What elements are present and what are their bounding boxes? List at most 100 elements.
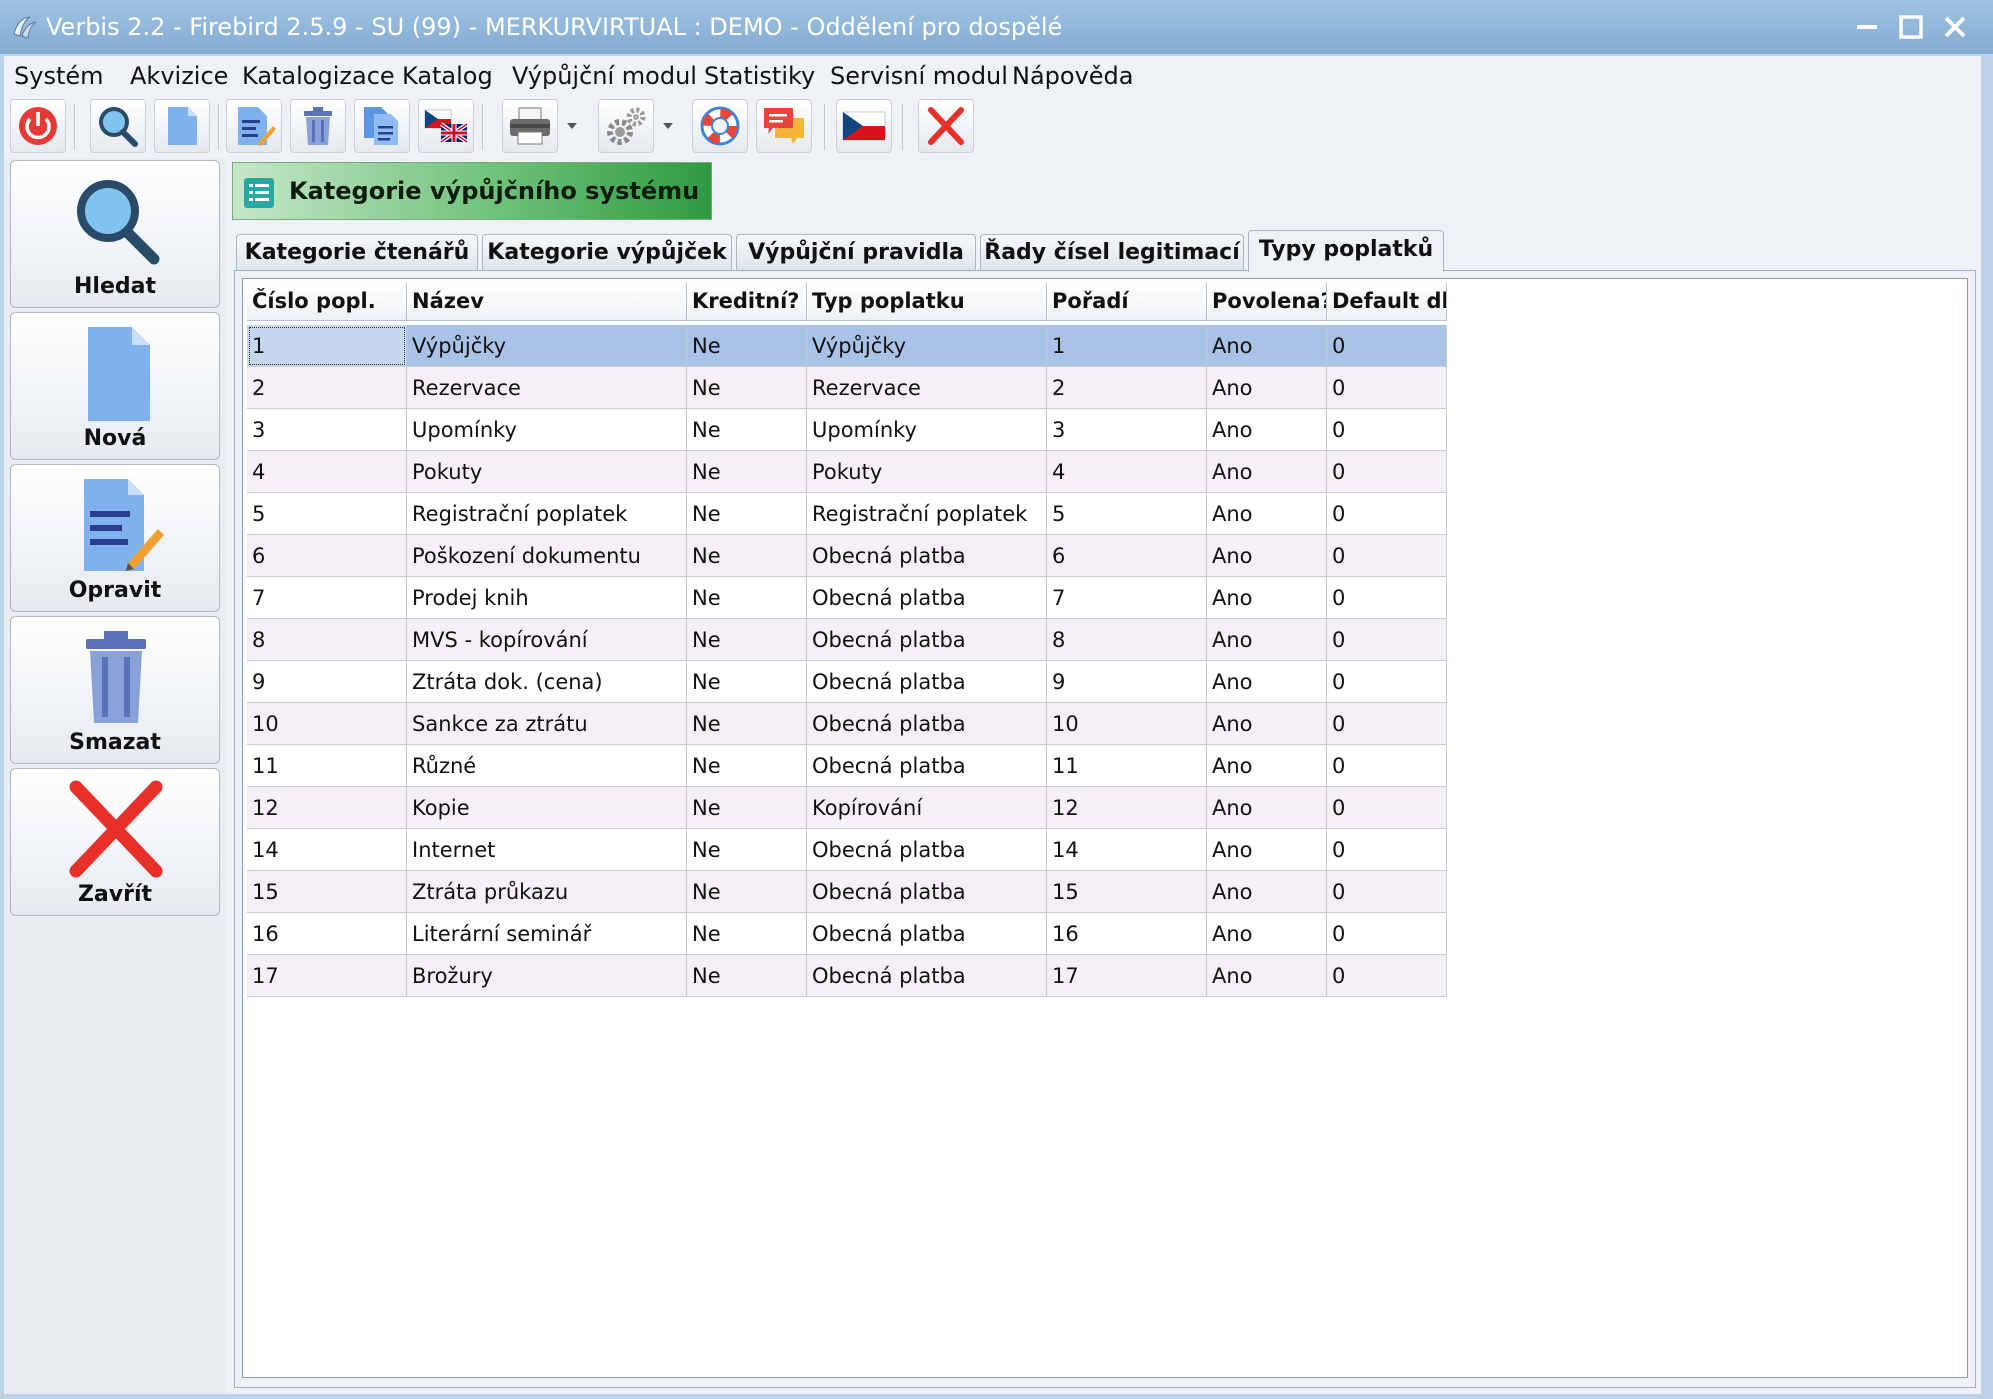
cell-credit[interactable]: Ne bbox=[687, 493, 807, 535]
cell-default[interactable]: 0 bbox=[1327, 535, 1447, 577]
toolbar-new-button[interactable] bbox=[154, 99, 210, 153]
cell-default[interactable]: 0 bbox=[1327, 661, 1447, 703]
menu-system[interactable]: Systém bbox=[14, 62, 104, 90]
menu-service[interactable]: Servisní modul bbox=[830, 62, 1008, 90]
cell-allowed[interactable]: Ano bbox=[1207, 787, 1327, 829]
menu-circulation[interactable]: Výpůjční modul bbox=[512, 62, 697, 90]
column-header-credit[interactable]: Kreditní? bbox=[687, 283, 807, 321]
menu-help[interactable]: Nápověda bbox=[1012, 62, 1134, 90]
cell-order[interactable]: 12 bbox=[1047, 787, 1207, 829]
menu-statistics[interactable]: Statistiky bbox=[704, 62, 815, 90]
tab-fee-types[interactable]: Typy poplatků bbox=[1248, 230, 1444, 272]
cell-fee-number[interactable]: 9 bbox=[247, 661, 407, 703]
cell-name[interactable]: Sankce za ztrátu bbox=[407, 703, 687, 745]
toolbar-edit-button[interactable] bbox=[226, 99, 282, 153]
toolbar-print-button[interactable] bbox=[502, 99, 558, 153]
cell-fee-type[interactable]: Obecná platba bbox=[807, 703, 1047, 745]
cell-credit[interactable]: Ne bbox=[687, 325, 807, 367]
cell-credit[interactable]: Ne bbox=[687, 409, 807, 451]
cell-fee-number[interactable]: 6 bbox=[247, 535, 407, 577]
cell-order[interactable]: 8 bbox=[1047, 619, 1207, 661]
toolbar-close-button[interactable] bbox=[918, 99, 974, 153]
cell-allowed[interactable]: Ano bbox=[1207, 619, 1327, 661]
cell-name[interactable]: Rezervace bbox=[407, 367, 687, 409]
cell-order[interactable]: 10 bbox=[1047, 703, 1207, 745]
cell-fee-number[interactable]: 5 bbox=[247, 493, 407, 535]
search-button[interactable]: Hledat bbox=[10, 160, 220, 308]
cell-default[interactable]: 0 bbox=[1327, 367, 1447, 409]
cell-fee-number[interactable]: 8 bbox=[247, 619, 407, 661]
column-header-default[interactable]: Default dl bbox=[1327, 283, 1447, 321]
table-row[interactable]: 4 Pokuty Ne Pokuty 4 Ano 0 bbox=[247, 451, 1447, 493]
cell-fee-type[interactable]: Výpůjčky bbox=[807, 325, 1047, 367]
toolbar-language-button[interactable] bbox=[418, 99, 474, 153]
print-options-chevron-down-icon[interactable] bbox=[562, 99, 582, 153]
cell-fee-number[interactable]: 7 bbox=[247, 577, 407, 619]
maximize-icon[interactable] bbox=[1894, 10, 1928, 44]
column-header-fee-number[interactable]: Číslo popl. bbox=[247, 283, 407, 321]
cell-fee-type[interactable]: Obecná platba bbox=[807, 661, 1047, 703]
cell-fee-type[interactable]: Kopírování bbox=[807, 787, 1047, 829]
cell-fee-number[interactable]: 10 bbox=[247, 703, 407, 745]
cell-fee-type[interactable]: Obecná platba bbox=[807, 577, 1047, 619]
cell-fee-number[interactable]: 17 bbox=[247, 955, 407, 997]
cell-credit[interactable]: Ne bbox=[687, 787, 807, 829]
cell-fee-number[interactable]: 15 bbox=[247, 871, 407, 913]
cell-fee-type[interactable]: Registrační poplatek bbox=[807, 493, 1047, 535]
cell-default[interactable]: 0 bbox=[1327, 829, 1447, 871]
cell-allowed[interactable]: Ano bbox=[1207, 325, 1327, 367]
toolbar-messages-button[interactable] bbox=[756, 99, 812, 153]
cell-credit[interactable]: Ne bbox=[687, 619, 807, 661]
cell-credit[interactable]: Ne bbox=[687, 535, 807, 577]
toolbar-settings-button[interactable] bbox=[598, 99, 654, 153]
cell-credit[interactable]: Ne bbox=[687, 451, 807, 493]
tab-loan-categories[interactable]: Kategorie výpůjček bbox=[482, 234, 732, 270]
column-header-fee-type[interactable]: Typ poplatku bbox=[807, 283, 1047, 321]
table-row[interactable]: 10 Sankce za ztrátu Ne Obecná platba 10 Ano 0 bbox=[247, 703, 1447, 745]
table-row[interactable]: 1 Výpůjčky Ne Výpůjčky 1 Ano 0 bbox=[247, 325, 1447, 367]
cell-fee-type[interactable]: Obecná platba bbox=[807, 745, 1047, 787]
toolbar-delete-button[interactable] bbox=[290, 99, 346, 153]
cell-default[interactable]: 0 bbox=[1327, 913, 1447, 955]
cell-allowed[interactable]: Ano bbox=[1207, 913, 1327, 955]
cell-name[interactable]: Ztráta průkazu bbox=[407, 871, 687, 913]
cell-allowed[interactable]: Ano bbox=[1207, 577, 1327, 619]
table-row[interactable]: 3 Upomínky Ne Upomínky 3 Ano 0 bbox=[247, 409, 1447, 451]
table-row[interactable]: 11 Různé Ne Obecná platba 11 Ano 0 bbox=[247, 745, 1447, 787]
cell-default[interactable]: 0 bbox=[1327, 955, 1447, 997]
cell-default[interactable]: 0 bbox=[1327, 619, 1447, 661]
cell-credit[interactable]: Ne bbox=[687, 913, 807, 955]
column-header-name[interactable]: Název bbox=[407, 283, 687, 321]
minimize-icon[interactable] bbox=[1850, 10, 1884, 44]
cell-order[interactable]: 11 bbox=[1047, 745, 1207, 787]
cell-order[interactable]: 4 bbox=[1047, 451, 1207, 493]
cell-order[interactable]: 3 bbox=[1047, 409, 1207, 451]
cell-default[interactable]: 0 bbox=[1327, 703, 1447, 745]
cell-name[interactable]: Literární seminář bbox=[407, 913, 687, 955]
table-row[interactable]: 14 Internet Ne Obecná platba 14 Ano 0 bbox=[247, 829, 1447, 871]
cell-name[interactable]: Různé bbox=[407, 745, 687, 787]
delete-button[interactable]: Smazat bbox=[10, 616, 220, 764]
cell-default[interactable]: 0 bbox=[1327, 325, 1447, 367]
cell-default[interactable]: 0 bbox=[1327, 871, 1447, 913]
cell-name[interactable]: Kopie bbox=[407, 787, 687, 829]
cell-order[interactable]: 9 bbox=[1047, 661, 1207, 703]
table-row[interactable]: 7 Prodej knih Ne Obecná platba 7 Ano 0 bbox=[247, 577, 1447, 619]
column-header-allowed[interactable]: Povolena? bbox=[1207, 283, 1327, 321]
cell-fee-type[interactable]: Obecná platba bbox=[807, 619, 1047, 661]
cell-allowed[interactable]: Ano bbox=[1207, 493, 1327, 535]
cell-fee-number[interactable]: 12 bbox=[247, 787, 407, 829]
table-row[interactable]: 9 Ztráta dok. (cena) Ne Obecná platba 9 Ano 0 bbox=[247, 661, 1447, 703]
cell-name[interactable]: Pokuty bbox=[407, 451, 687, 493]
cell-fee-number[interactable]: 4 bbox=[247, 451, 407, 493]
window-close-icon[interactable] bbox=[1938, 10, 1972, 44]
cell-name[interactable]: MVS - kopírování bbox=[407, 619, 687, 661]
cell-order[interactable]: 7 bbox=[1047, 577, 1207, 619]
fee-types-grid[interactable]: Číslo popl. Název Kreditní? Typ poplatku… bbox=[242, 278, 1968, 1378]
cell-fee-number[interactable]: 2 bbox=[247, 367, 407, 409]
table-row[interactable]: 2 Rezervace Ne Rezervace 2 Ano 0 bbox=[247, 367, 1447, 409]
toolbar-czech-button[interactable] bbox=[836, 99, 892, 153]
cell-allowed[interactable]: Ano bbox=[1207, 367, 1327, 409]
cell-name[interactable]: Internet bbox=[407, 829, 687, 871]
cell-fee-type[interactable]: Upomínky bbox=[807, 409, 1047, 451]
